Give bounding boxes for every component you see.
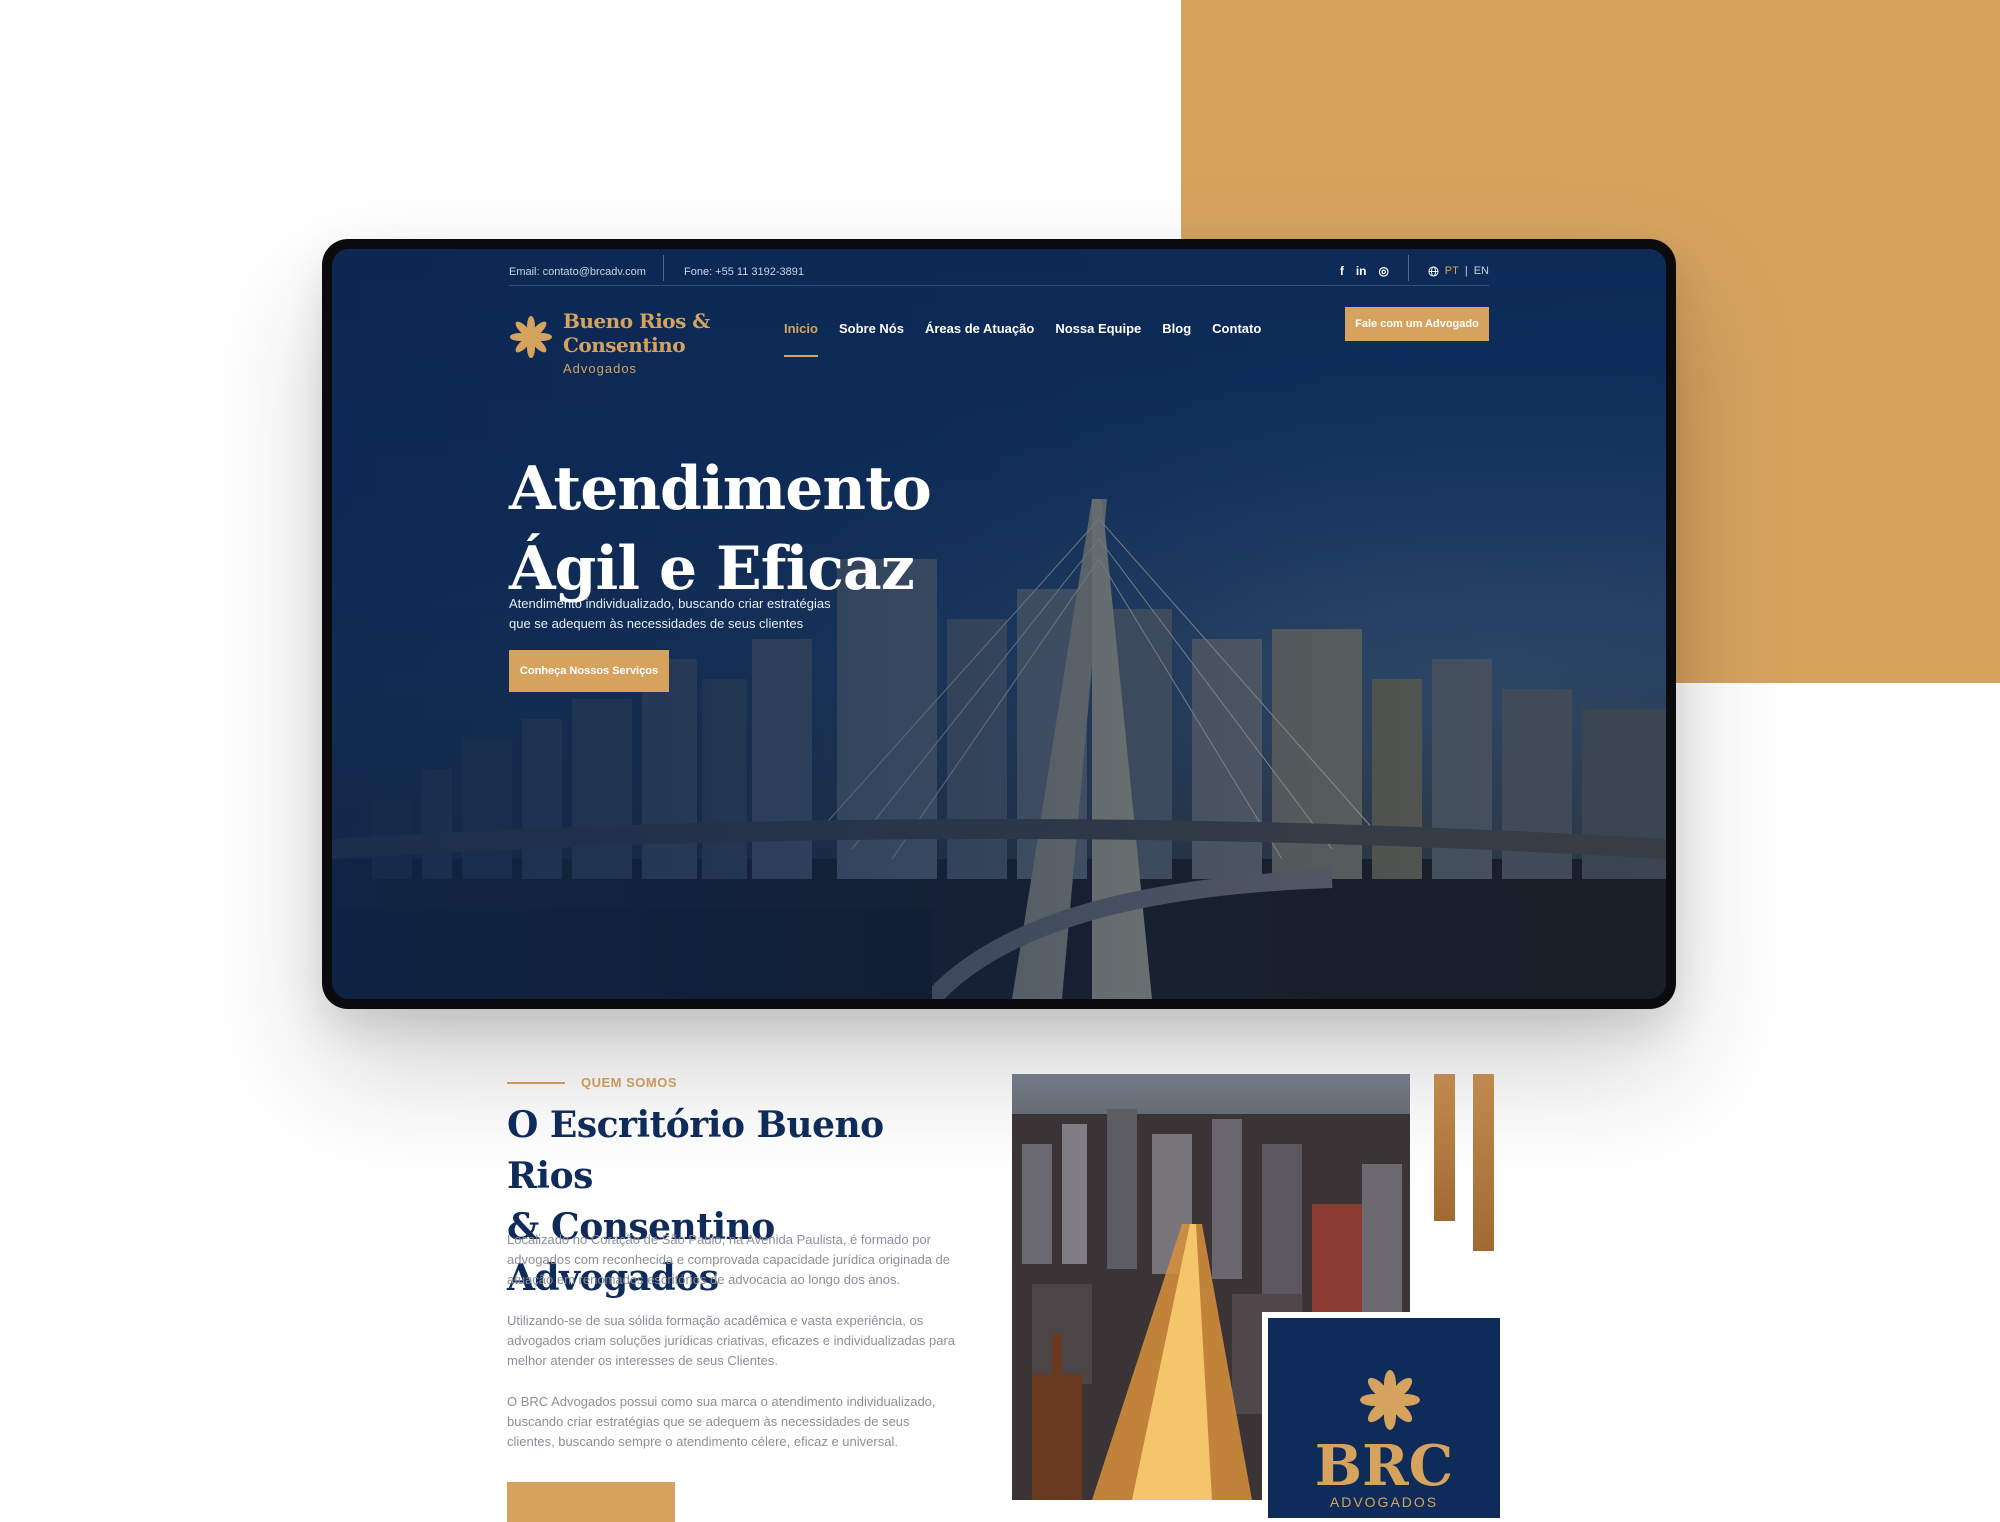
brc-logo-card: BRC ADVOGADOS xyxy=(1262,1312,1500,1518)
brand-name-line1: Bueno Rios & xyxy=(563,309,710,333)
decorative-bar xyxy=(1434,1074,1455,1221)
language-switcher: PT | EN xyxy=(1428,265,1489,277)
hero-subtitle-line1: Atendimento individualizado, buscando cr… xyxy=(509,596,831,611)
flower-logo-icon xyxy=(510,316,552,358)
decorative-bar xyxy=(1473,1074,1494,1251)
linkedin-icon[interactable]: in xyxy=(1356,264,1367,278)
lang-pt[interactable]: PT xyxy=(1445,265,1459,277)
hero-title-line1: Atendimento xyxy=(509,454,932,524)
lang-separator: | xyxy=(1464,265,1468,277)
contact-phone[interactable]: Fone: +55 11 3192-3891 xyxy=(684,266,804,278)
hero-title: Atendimento Ágil e Eficaz xyxy=(509,449,932,609)
nav-item-nossa-equipe[interactable]: Nossa Equipe xyxy=(1055,321,1141,336)
globe-icon xyxy=(1428,265,1439,277)
instagram-icon[interactable]: ◎ xyxy=(1379,264,1389,278)
about-read-more-button[interactable] xyxy=(507,1482,675,1522)
services-button[interactable]: Conheça Nossos Serviços xyxy=(509,650,669,692)
brand-name-line2: Consentino xyxy=(563,333,686,357)
eyebrow-line xyxy=(507,1081,565,1084)
contact-lawyer-button[interactable]: Fale com um Advogado xyxy=(1345,307,1489,341)
hero-subtitle: Atendimento individualizado, buscando cr… xyxy=(509,594,869,634)
nav-item-areas-de-atuacao[interactable]: Áreas de Atuação xyxy=(925,321,1034,336)
utility-bar: Email: contato@brcadv.com Fone: +55 11 3… xyxy=(509,249,1489,286)
nav-item-blog[interactable]: Blog xyxy=(1162,321,1191,336)
website-screen: Email: contato@brcadv.com Fone: +55 11 3… xyxy=(332,249,1666,999)
facebook-icon[interactable]: f xyxy=(1340,264,1344,278)
hero-subtitle-line2: que se adequem às necessidades de seus c… xyxy=(509,616,804,631)
lang-en[interactable]: EN xyxy=(1474,265,1489,277)
about-paragraph-3: O BRC Advogados possui como sua marca o … xyxy=(507,1394,936,1449)
about-paragraph-2: Utilizando-se de sua sólida formação aca… xyxy=(507,1313,956,1368)
divider xyxy=(1408,255,1409,281)
brand-subtitle: Advogados xyxy=(563,361,638,376)
nav-item-contato[interactable]: Contato xyxy=(1212,321,1261,336)
brand-name: Bueno Rios & Consentino xyxy=(563,309,710,357)
eyebrow-text: QUEM SOMOS xyxy=(581,1075,678,1090)
flower-logo-icon xyxy=(1360,1370,1420,1430)
main-nav: Inicio Sobre Nós Áreas de Atuação Nossa … xyxy=(784,321,1282,357)
social-links: f in ◎ xyxy=(1340,264,1389,278)
about-title-line1: O Escritório Bueno Rios xyxy=(507,1104,884,1197)
brc-wordmark: BRC xyxy=(1314,1433,1454,1499)
brand-logo[interactable]: Bueno Rios & Consentino Advogados xyxy=(509,309,719,379)
device-frame: Email: contato@brcadv.com Fone: +55 11 3… xyxy=(322,239,1676,1009)
nav-item-sobre-nos[interactable]: Sobre Nós xyxy=(839,321,904,336)
nav-item-inicio[interactable]: Inicio xyxy=(784,321,818,357)
divider xyxy=(663,255,664,281)
brc-subtitle: ADVOGADOS xyxy=(1329,1494,1439,1510)
about-paragraph-1: Localizado no Coração de São Paulo, na A… xyxy=(507,1232,951,1287)
section-eyebrow: QUEM SOMOS xyxy=(507,1075,677,1090)
contact-email[interactable]: Email: contato@brcadv.com xyxy=(509,266,646,278)
